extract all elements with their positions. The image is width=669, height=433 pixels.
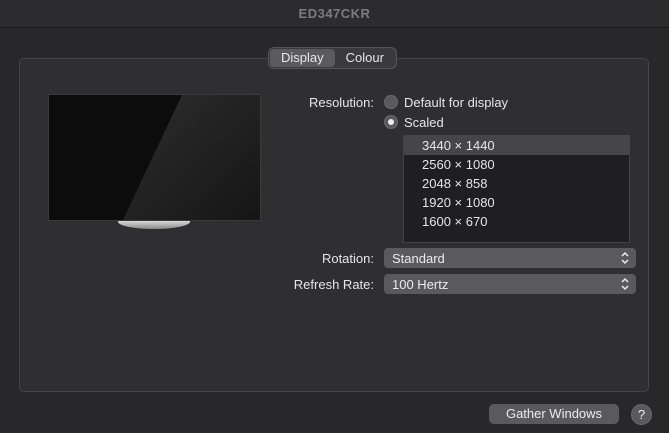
resolution-list[interactable]: 3440 × 1440 2560 × 1080 2048 × 858 1920 … (403, 135, 630, 243)
radio-default-for-display[interactable]: Default for display (384, 93, 508, 111)
refresh-rate-value: 100 Hertz (392, 276, 449, 292)
refresh-rate-label: Refresh Rate: (293, 277, 374, 292)
rotation-value: Standard (392, 250, 445, 266)
radio-button[interactable] (384, 95, 398, 109)
refresh-rate-popup[interactable]: 100 Hertz (384, 274, 636, 294)
tab-display[interactable]: Display (270, 49, 335, 67)
chevron-updown-icon (621, 251, 629, 265)
list-item[interactable]: 2560 × 1080 (404, 155, 629, 174)
monitor-icon (48, 94, 261, 221)
rotation-label: Rotation: (321, 251, 374, 266)
list-item[interactable]: 2048 × 858 (404, 174, 629, 193)
help-button[interactable]: ? (631, 404, 652, 425)
monitor-screen-reflection (122, 95, 260, 220)
radio-scaled[interactable]: Scaled (384, 113, 444, 131)
list-item[interactable]: 1600 × 670 (404, 212, 629, 231)
gather-windows-button[interactable]: Gather Windows (489, 404, 619, 424)
tab-colour[interactable]: Colour (335, 49, 395, 67)
tab-bar: Display Colour (268, 47, 397, 69)
radio-label: Default for display (404, 94, 509, 110)
list-item[interactable]: 1920 × 1080 (404, 193, 629, 212)
rotation-popup[interactable]: Standard (384, 248, 636, 268)
radio-button[interactable] (384, 115, 398, 129)
window-title: ED347CKR (298, 6, 371, 21)
resolution-label: Resolution: (308, 95, 374, 110)
radio-label: Scaled (404, 114, 444, 130)
title-bar: ED347CKR (0, 0, 669, 28)
list-item[interactable]: 3440 × 1440 (404, 136, 629, 155)
chevron-updown-icon (621, 277, 629, 291)
